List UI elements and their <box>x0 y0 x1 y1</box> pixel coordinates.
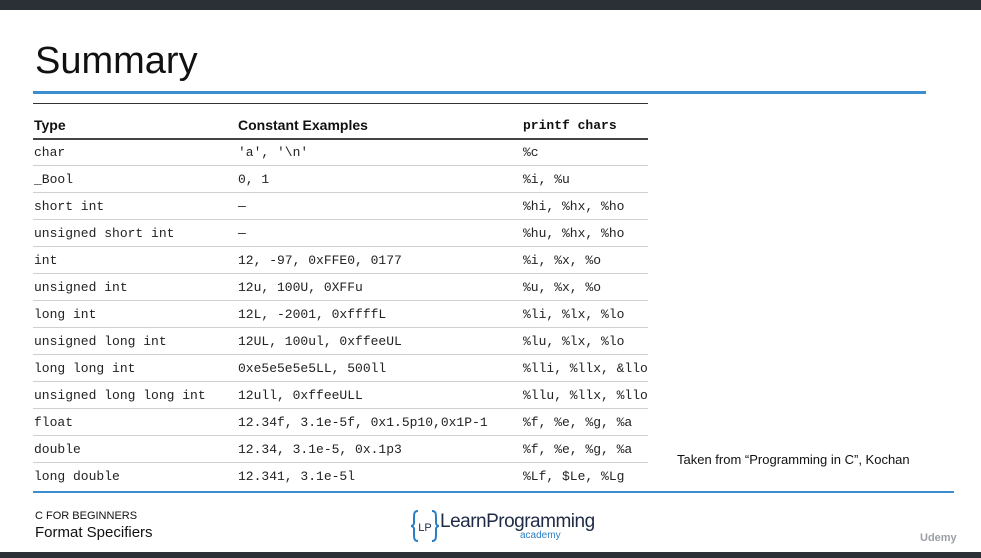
cell-printf-chars: %li, %lx, %lo <box>523 306 625 322</box>
cell-type: double <box>34 441 81 457</box>
table-row: long double 12.341, 3.1e-5l %Lf, $Le, %Lg <box>33 462 648 489</box>
cell-printf-chars: %u, %x, %o <box>523 279 602 295</box>
cell-constant-examples: 0, 1 <box>238 171 270 187</box>
table-row: float 12.34f, 3.1e-5f, 0x1.5p10,0x1P-1 %f,… <box>33 408 648 435</box>
table-row: unsigned long int 12UL, 100ul, 0xffeeUL %l… <box>33 327 648 354</box>
cell-type: char <box>34 144 66 160</box>
top-window-bar <box>0 0 981 10</box>
lp-mark-text: LP <box>418 522 431 534</box>
cell-constant-examples: 12L, -2001, 0xffffL <box>238 306 387 322</box>
format-specifier-table: Type Constant Examples printf chars char… <box>33 112 648 489</box>
table-row: short int — %hi, %hx, %ho <box>33 192 648 219</box>
table-row: unsigned long long int 12ull, 0xffeeULL %l… <box>33 381 648 408</box>
learnprogramming-logo: LP LearnProgramming academy <box>410 508 595 544</box>
cell-type: unsigned short int <box>34 225 175 241</box>
cell-constant-examples: 12u, 100U, 0XFFu <box>238 279 363 295</box>
cell-constant-examples: 12.34, 3.1e-5, 0x.1p3 <box>238 441 402 457</box>
cell-printf-chars: %lu, %lx, %lo <box>523 333 625 349</box>
header-printf-chars: printf chars <box>523 117 617 133</box>
cell-type: long long int <box>34 360 136 376</box>
cell-constant-examples: 12.34f, 3.1e-5f, 0x1.5p10,0x1P-1 <box>238 414 488 430</box>
lp-brace-icon: LP <box>410 510 440 542</box>
cell-printf-chars: %lli, %llx, &llo <box>523 360 648 376</box>
logo-wordmark: LearnProgramming <box>440 511 595 532</box>
table-row: char 'a', '\n' %c <box>33 138 648 165</box>
table-row: long int 12L, -2001, 0xffffL %li, %lx, %lo <box>33 300 648 327</box>
table-header-row: Type Constant Examples printf chars <box>33 112 648 138</box>
footer-divider <box>33 491 954 493</box>
cell-printf-chars: %f, %e, %g, %a <box>523 414 633 430</box>
table-row: long long int 0xe5e5e5e5LL, 500ll %lli, %l… <box>33 354 648 381</box>
cell-constant-examples: 0xe5e5e5e5LL, 500ll <box>238 360 387 376</box>
table-row: unsigned int 12u, 100U, 0XFFu %u, %x, %o <box>33 273 648 300</box>
cell-constant-examples: 12UL, 100ul, 0xffeeUL <box>238 333 402 349</box>
cell-type: unsigned long int <box>34 333 167 349</box>
cell-constant-examples: — <box>238 225 246 241</box>
table-row: unsigned short int — %hu, %hx, %ho <box>33 219 648 246</box>
cell-type: unsigned int <box>34 279 128 295</box>
lecture-topic: Format Specifiers <box>35 524 153 541</box>
cell-type: unsigned long long int <box>34 387 206 403</box>
source-citation: Taken from “Programming in C”, Kochan <box>677 452 910 467</box>
bottom-window-bar <box>0 552 981 558</box>
cell-type: long int <box>34 306 97 322</box>
table-row: double 12.34, 3.1e-5, 0x.1p3 %f, %e, %g, %… <box>33 435 648 462</box>
title-divider <box>33 91 926 94</box>
cell-printf-chars: %f, %e, %g, %a <box>523 441 633 457</box>
cell-type: float <box>34 414 74 430</box>
header-underline <box>33 138 648 140</box>
cell-printf-chars: %Lf, $Le, %Lg <box>523 468 625 484</box>
cell-type: _Bool <box>34 171 74 187</box>
course-name: C FOR BEGINNERS <box>35 510 138 522</box>
logo-subtitle: academy <box>520 530 561 541</box>
cell-constant-examples: 12, -97, 0xFFE0, 0177 <box>238 252 402 268</box>
cell-constant-examples: — <box>238 198 246 214</box>
cell-type: int <box>34 252 58 268</box>
header-constant-examples: Constant Examples <box>238 117 368 133</box>
slide-title: Summary <box>35 40 198 82</box>
table-row: _Bool 0, 1 %i, %u <box>33 165 648 192</box>
cell-type: long double <box>34 468 120 484</box>
table-body: char 'a', '\n' %c _Bool 0, 1 %i, %u short int —… <box>33 138 648 489</box>
cell-constant-examples: 'a', '\n' <box>238 144 309 160</box>
udemy-watermark: Udemy <box>920 532 957 544</box>
cell-type: short int <box>34 198 105 214</box>
header-type: Type <box>34 117 66 133</box>
cell-printf-chars: %hu, %hx, %ho <box>523 225 625 241</box>
cell-constant-examples: 12.341, 3.1e-5l <box>238 468 356 484</box>
table-row: int 12, -97, 0xFFE0, 0177 %i, %x, %o <box>33 246 648 273</box>
cell-printf-chars: %i, %u <box>523 171 570 187</box>
cell-constant-examples: 12ull, 0xffeeULL <box>238 387 363 403</box>
cell-printf-chars: %llu, %llx, %llo <box>523 387 648 403</box>
cell-printf-chars: %hi, %hx, %ho <box>523 198 625 214</box>
cell-printf-chars: %i, %x, %o <box>523 252 602 268</box>
table-top-rule <box>33 103 648 104</box>
cell-printf-chars: %c <box>523 144 539 160</box>
